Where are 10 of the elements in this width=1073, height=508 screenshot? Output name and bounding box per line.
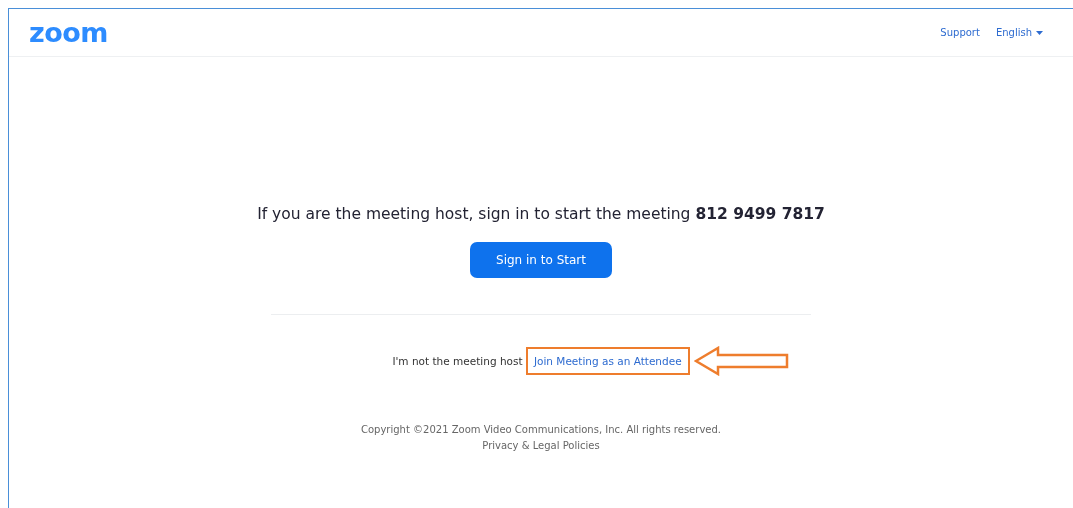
join-as-attendee-link[interactable]: Join Meeting as an Attendee — [533, 355, 682, 368]
logo[interactable]: zoom — [29, 19, 108, 46]
language-dropdown[interactable]: English — [995, 25, 1043, 40]
host-prompt-text: If you are the meeting host, sign in to start the meeting 812 9499 7817 — [256, 204, 826, 225]
privacy-link[interactable]: Privacy & Legal Policies — [482, 440, 600, 451]
not-host-text: I'm not the meeting host — [392, 355, 523, 368]
sign-in-button[interactable]: Sign in to Start — [470, 242, 612, 279]
copyright-text: Copyright ©2021 Zoom Video Communications, Inc. All rights reserved. — [360, 423, 722, 437]
caret-icon — [1036, 30, 1043, 35]
support-link[interactable]: Support — [940, 25, 980, 40]
